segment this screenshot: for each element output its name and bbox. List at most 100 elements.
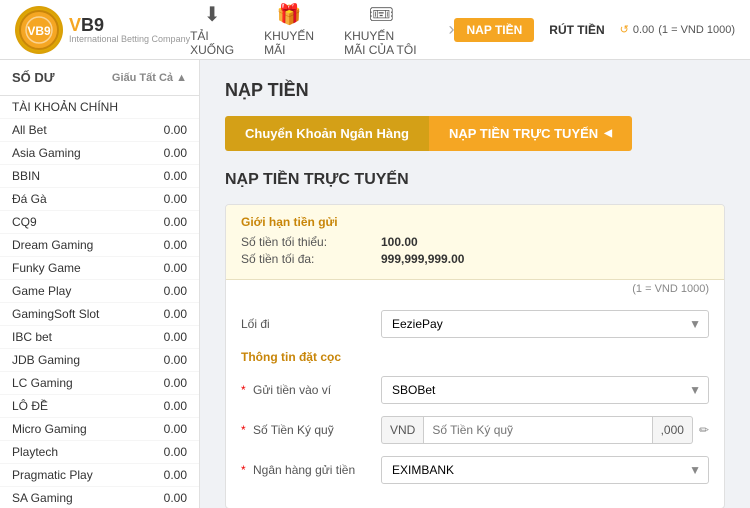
sidebar-item-sa-gaming[interactable]: SA Gaming 0.00 xyxy=(0,487,199,508)
max-value: 999,999,999.00 xyxy=(381,252,464,266)
sidebar-amount: 0.00 xyxy=(164,330,187,344)
sidebar-label: TÀI KHOẢN CHÍNH xyxy=(12,100,118,114)
ngan-hang-label: * Ngân hàng gửi tiền xyxy=(241,463,381,477)
sidebar-item-pragmatic[interactable]: Pragmatic Play 0.00 xyxy=(0,464,199,487)
download-icon: ⬇ xyxy=(204,2,221,27)
form-row-gui-tien: * Gửi tiền vào ví SBOBet ▼ xyxy=(241,376,709,404)
sidebar: SỐ DƯ Giấu Tất Cả ▲ TÀI KHOẢN CHÍNH All … xyxy=(0,60,200,508)
sidebar-item-allbet[interactable]: All Bet 0.00 xyxy=(0,119,199,142)
sidebar-amount: 0.00 xyxy=(164,146,187,160)
sidebar-item-jdb-gaming[interactable]: JDB Gaming 0.00 xyxy=(0,349,199,372)
currency-prefix: VND xyxy=(381,416,423,444)
sidebar-amount: 0.00 xyxy=(164,422,187,436)
loi-di-select[interactable]: EeziePay xyxy=(381,310,709,338)
rut-tien-button[interactable]: RÚT TIỀN xyxy=(549,23,604,37)
sidebar-item-lo-de[interactable]: LÔ ĐỀ 0.00 xyxy=(0,395,199,418)
sidebar-item-gamingsoft[interactable]: GamingSoft Slot 0.00 xyxy=(0,303,199,326)
sidebar-label: LC Gaming xyxy=(12,376,73,390)
nav-item-download[interactable]: ⬇ TẢI XUỐNG xyxy=(190,2,234,57)
info-row-max: Số tiền tối đa: 999,999,999.00 xyxy=(241,252,709,266)
sidebar-item-game-play[interactable]: Game Play 0.00 xyxy=(0,280,199,303)
sidebar-label: CQ9 xyxy=(12,215,37,229)
sidebar-item-lc-gaming[interactable]: LC Gaming 0.00 xyxy=(0,372,199,395)
sidebar-label: JDB Gaming xyxy=(12,353,80,367)
tab-buttons: Chuyển Khoản Ngân Hàng NẠP TIỀN TRỰC TUY… xyxy=(225,116,725,151)
tab-arrow-icon: ◀ xyxy=(604,128,612,139)
sidebar-amount: 0.00 xyxy=(164,238,187,252)
sidebar-label: Funky Game xyxy=(12,261,81,275)
form-row-loi-di: Lối đi EeziePay ▼ xyxy=(241,310,709,338)
sidebar-amount: 0.00 xyxy=(164,376,187,390)
header-right: NAP TIỀN RÚT TIỀN ↺ 0.00 (1 = VND 1000) xyxy=(454,18,735,42)
max-label: Số tiền tối đa: xyxy=(241,252,381,266)
balance-info: ↺ 0.00 (1 = VND 1000) xyxy=(620,23,735,36)
sidebar-item-micro-gaming[interactable]: Micro Gaming 0.00 xyxy=(0,418,199,441)
edit-icon[interactable]: ✏ xyxy=(699,423,709,437)
sidebar-title: SỐ DƯ xyxy=(12,70,55,85)
logo-title: VB9 xyxy=(69,15,190,36)
header-nav: ⬇ TẢI XUỐNG 🎁 KHUYẾN MÃI 🎟 KHUYẾN MÃI CỦ… xyxy=(190,2,454,57)
required-star-3: * xyxy=(241,463,246,477)
sidebar-toggle[interactable]: Giấu Tất Cả ▲ xyxy=(112,72,187,84)
logo-subtitle: International Betting Company xyxy=(69,34,190,44)
content-wrapper: NẠP TIỀN Chuyển Khoản Ngân Hàng NẠP TIỀN… xyxy=(225,80,725,508)
logo-icon: VB9 xyxy=(15,6,63,54)
gui-tien-label-text: Gửi tiền vào ví xyxy=(253,383,331,397)
content-area: NẠP TIỀN Chuyển Khoản Ngân Hàng NẠP TIỀN… xyxy=(200,60,750,508)
sidebar-item-da-ga[interactable]: Đá Gà 0.00 xyxy=(0,188,199,211)
sidebar-label: IBC bet xyxy=(12,330,52,344)
sidebar-item-dream-gaming[interactable]: Dream Gaming 0.00 xyxy=(0,234,199,257)
section-title: NẠP TIỀN TRỰC TUYẾN xyxy=(225,171,725,189)
page-title: NẠP TIỀN xyxy=(225,80,725,101)
sidebar-item-cq9[interactable]: CQ9 0.00 xyxy=(0,211,199,234)
form-row-so-tien: * Số Tiền Ký quỹ VND ,000 ✏ xyxy=(241,416,709,444)
tab-nap-truc-tuyen[interactable]: NẠP TIỀN TRỰC TUYẾN ◀ xyxy=(429,116,632,151)
sidebar-item-bbin[interactable]: BBIN 0.00 xyxy=(0,165,199,188)
gui-tien-label: * Gửi tiền vào ví xyxy=(241,383,381,397)
sidebar-label: Playtech xyxy=(12,445,58,459)
ngan-hang-select-wrapper: EXIMBANK ▼ xyxy=(381,456,709,484)
ngan-hang-select[interactable]: EXIMBANK xyxy=(381,456,709,484)
required-star: * xyxy=(241,383,246,397)
logo-area: VB9 VB9 International Betting Company xyxy=(15,6,190,54)
sidebar-item-playtech[interactable]: Playtech 0.00 xyxy=(0,441,199,464)
sidebar-label: All Bet xyxy=(12,123,47,137)
tab-chuyen-khoan[interactable]: Chuyển Khoản Ngân Hàng xyxy=(225,116,429,151)
refresh-icon[interactable]: ↺ xyxy=(620,23,629,36)
info-section: Giới hạn tiền gửi Số tiền tối thiểu: 100… xyxy=(226,205,724,280)
sidebar-label: BBIN xyxy=(12,169,40,183)
ticket-icon: 🎟 xyxy=(369,2,394,27)
sidebar-item-funky-game[interactable]: Funky Game 0.00 xyxy=(0,257,199,280)
form-row-thong-tin: Thông tin đặt cọc xyxy=(241,350,709,364)
sidebar-amount: 0.00 xyxy=(164,284,187,298)
amount-row: VND ,000 ✏ xyxy=(381,416,709,444)
nav-item-khuyen-mai[interactable]: 🎁 KHUYẾN MÃI xyxy=(264,2,314,57)
nav-item-khuyen-mai-cua-toi[interactable]: 🎟 KHUYẾN MÃI CỦA TÔI xyxy=(344,2,418,57)
amount-input[interactable] xyxy=(423,416,652,444)
sidebar-amount: 0.00 xyxy=(164,307,187,321)
sidebar-label: SA Gaming xyxy=(12,491,73,505)
min-value: 100.00 xyxy=(381,235,418,249)
nap-tien-button[interactable]: NAP TIỀN xyxy=(454,18,534,42)
ngan-hang-label-text: Ngân hàng gửi tiền xyxy=(253,463,355,477)
info-note: (1 = VND 1000) xyxy=(226,280,724,298)
svg-text:VB9: VB9 xyxy=(27,24,51,38)
loi-di-label: Lối đi xyxy=(241,317,381,331)
form-row-ngan-hang: * Ngân hàng gửi tiền EXIMBANK ▼ xyxy=(241,456,709,484)
so-tien-label: * Số Tiền Ký quỹ xyxy=(241,423,381,437)
sidebar-item-tai-khoan-chinh[interactable]: TÀI KHOẢN CHÍNH xyxy=(0,96,199,119)
sidebar-label: Pragmatic Play xyxy=(12,468,93,482)
sidebar-item-asia-gaming[interactable]: Asia Gaming 0.00 xyxy=(0,142,199,165)
nav-label-download: TẢI XUỐNG xyxy=(190,29,234,57)
sidebar-label: Dream Gaming xyxy=(12,238,93,252)
sidebar-amount: 0.00 xyxy=(164,399,187,413)
gui-tien-select[interactable]: SBOBet xyxy=(381,376,709,404)
sidebar-amount: 0.00 xyxy=(164,123,187,137)
required-star-2: * xyxy=(241,423,246,437)
sidebar-item-ibc-bet[interactable]: IBC bet 0.00 xyxy=(0,326,199,349)
sidebar-amount: 0.00 xyxy=(164,261,187,275)
gift-icon: 🎁 xyxy=(277,2,302,27)
gui-tien-select-wrapper: SBOBet ▼ xyxy=(381,376,709,404)
form-section: Lối đi EeziePay ▼ Thông tin đặt cọc xyxy=(226,298,724,508)
sidebar-label: Asia Gaming xyxy=(12,146,81,160)
